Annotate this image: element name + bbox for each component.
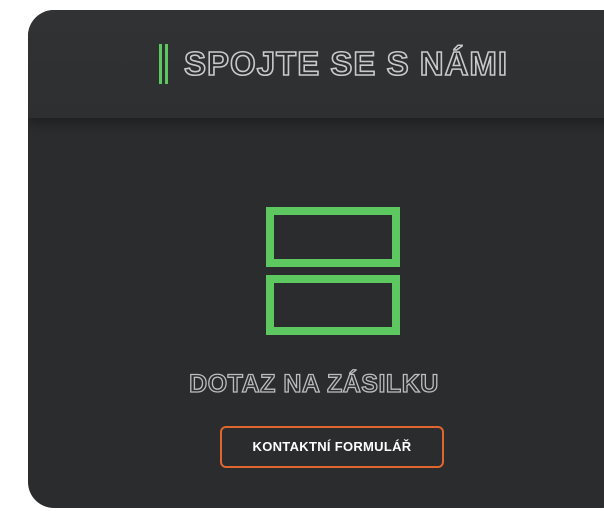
card-header: SPOJTE SE S NÁMI: [28, 10, 604, 118]
accent-bar-right: [165, 44, 168, 84]
section-title: DOTAZ NA ZÁSILKU: [189, 369, 439, 398]
header-accent-bars: [159, 44, 168, 84]
header-title: SPOJTE SE S NÁMI: [183, 44, 509, 83]
accent-bar-left: [159, 44, 162, 84]
contact-form-button[interactable]: KONTAKTNÍ FORMULÁŘ: [220, 426, 444, 468]
contact-card: SPOJTE SE S NÁMI DOTAZ NA ZÁSILKU KONTAK…: [28, 10, 604, 508]
package-icon: [266, 207, 400, 335]
